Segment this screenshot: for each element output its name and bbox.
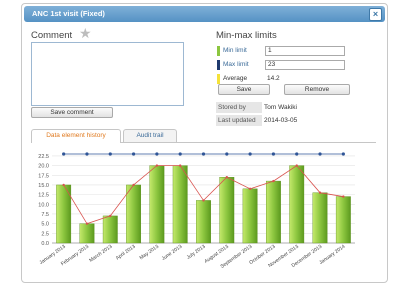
max-limit-point: [295, 152, 299, 156]
value-point: [272, 179, 275, 183]
y-tick-label: 2.5: [41, 231, 49, 237]
y-tick-label: 15.0: [38, 183, 49, 189]
bar: [102, 215, 118, 244]
x-tick-label: April 2013: [115, 244, 137, 262]
max-limit-point: [62, 152, 66, 156]
y-tick-label: 0.0: [41, 241, 49, 247]
bar: [172, 165, 188, 244]
bar: [196, 200, 211, 244]
value-point: [155, 164, 159, 167]
max-limit-point: [108, 152, 112, 156]
value-point: [342, 195, 345, 198]
max-limit-point: [318, 152, 322, 156]
history-chart: 0.0 2.5 5.0 7.5 10.0 12.5 15.0 17.5 20.0 22.5 Janu…: [38, 152, 355, 270]
bar: [219, 177, 235, 244]
value-point: [178, 164, 182, 167]
max-limit-point: [201, 152, 206, 156]
value-point: [248, 187, 252, 191]
max-limit-point: [155, 152, 159, 156]
y-tick-label: 22.5: [38, 154, 49, 160]
y-tick-label: 7.5: [41, 212, 49, 218]
x-tick-label: July 2013: [186, 244, 207, 261]
x-tick-label: May 2013: [139, 244, 161, 262]
max-limit-point: [225, 152, 229, 156]
bar: [242, 188, 258, 244]
value-point: [295, 164, 298, 167]
max-limit-point: [248, 152, 252, 156]
value-point: [202, 199, 205, 202]
max-limit-point: [85, 152, 89, 156]
y-tick-label: 10.0: [38, 202, 49, 208]
y-tick-label: 12.5: [38, 193, 49, 199]
value-point: [109, 214, 112, 218]
value-point: [132, 183, 135, 187]
y-tick-label: 5.0: [41, 222, 49, 228]
bar: [79, 223, 95, 244]
y-tick-label: 17.5: [38, 173, 49, 179]
value-point: [85, 222, 89, 225]
x-tick-label: June 2013: [161, 244, 184, 262]
bar: [335, 196, 351, 244]
bar: [312, 192, 328, 244]
x-tick-label: January 2014: [318, 244, 346, 266]
bar: [289, 165, 305, 244]
value-point: [318, 191, 322, 194]
x-tick-label: March 2013: [88, 244, 113, 264]
max-limit-point: [341, 152, 345, 156]
bar: [126, 184, 142, 244]
value-point: [225, 176, 229, 179]
bar: [149, 165, 165, 244]
max-limit-point: [131, 152, 136, 156]
y-tick-label: 20.0: [38, 164, 49, 170]
max-limit-point: [271, 152, 276, 156]
history-dialog: ANC 1st visit (Fixed) × Comment ★ Save c…: [21, 3, 388, 283]
value-point: [62, 183, 65, 187]
bar: [265, 180, 281, 244]
max-limit-point: [178, 152, 182, 156]
